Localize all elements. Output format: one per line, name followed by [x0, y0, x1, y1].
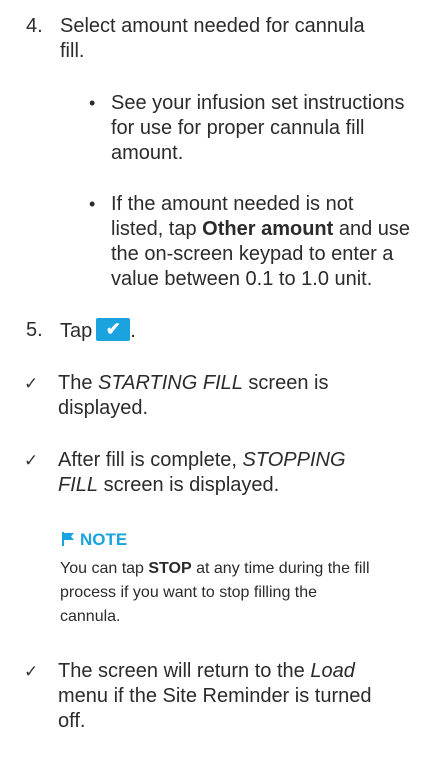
- check-icon: ✓: [24, 374, 39, 393]
- bullet-text-line: If the amount needed is not: [111, 193, 354, 215]
- note-text-line: You can tap STOP at any time during the …: [60, 557, 412, 581]
- result-text-line: off.: [58, 710, 86, 732]
- result-text-line: After fill is complete, STOPPING: [58, 448, 403, 473]
- result-text-line: menu if the Site Reminder is turned: [58, 685, 372, 707]
- text-fragment: and use: [333, 218, 411, 240]
- text-fragment: After fill is complete,: [58, 449, 243, 471]
- result-text-line: displayed.: [58, 397, 149, 419]
- text-fragment: screen is displayed.: [98, 474, 280, 496]
- note-heading: NOTE: [60, 530, 127, 550]
- bold-term: STOP: [148, 560, 192, 577]
- text-fragment: listed, tap: [111, 218, 203, 240]
- step-text-line: fill.: [60, 40, 85, 62]
- flag-icon: [62, 532, 74, 546]
- bullet-text-line: amount.: [111, 142, 184, 164]
- screen-name: STOPPING: [242, 449, 346, 471]
- text-fragment: at any time during the fill: [191, 560, 370, 577]
- check-icon: ✓: [24, 662, 39, 681]
- menu-name: Load: [310, 660, 355, 682]
- bold-term: Other amount: [202, 218, 334, 240]
- bullet-text-line: the on-screen keypad to enter a: [111, 243, 394, 265]
- text-fragment: The screen will return to the: [58, 660, 311, 682]
- text-fragment: .: [130, 320, 136, 342]
- step-number: 4.: [26, 15, 43, 37]
- result-text-line: FILL screen is displayed.: [58, 473, 403, 498]
- bullet-text-line: value between 0.1 to 1.0 unit.: [111, 268, 373, 290]
- text-fragment: Tap: [60, 320, 93, 342]
- bullet-text-line: for use for proper cannula fill: [111, 117, 365, 139]
- text-fragment: You can tap: [60, 560, 149, 577]
- bullet-dot: •: [89, 93, 96, 113]
- text-fragment: The: [58, 372, 99, 394]
- step-text-line: Tap ✔.: [60, 318, 400, 344]
- note-text-line: cannula.: [60, 608, 121, 625]
- bullet-text-line: listed, tap Other amount and use: [111, 217, 411, 242]
- result-text-line: The STARTING FILL screen is: [58, 371, 403, 396]
- screen-name: FILL: [58, 474, 99, 496]
- result-text-line: The screen will return to the Load: [58, 659, 403, 684]
- screen-name: STARTING FILL: [98, 372, 243, 394]
- bullet-text-line: See your infusion set instructions: [111, 92, 405, 114]
- text-fragment: screen is: [242, 372, 329, 394]
- note-text: You can tap STOP at any time during the …: [60, 557, 412, 629]
- note-text-line: process if you want to stop filling the: [60, 584, 318, 601]
- checkmark-icon: ✔: [105, 319, 121, 339]
- check-icon: ✓: [24, 451, 39, 470]
- bullet-dot: •: [89, 194, 96, 214]
- note-title: NOTE: [80, 530, 128, 549]
- step-number: 5.: [26, 319, 43, 341]
- confirm-button-icon: ✔: [96, 318, 131, 341]
- step-text-line: Select amount needed for cannula: [60, 15, 365, 37]
